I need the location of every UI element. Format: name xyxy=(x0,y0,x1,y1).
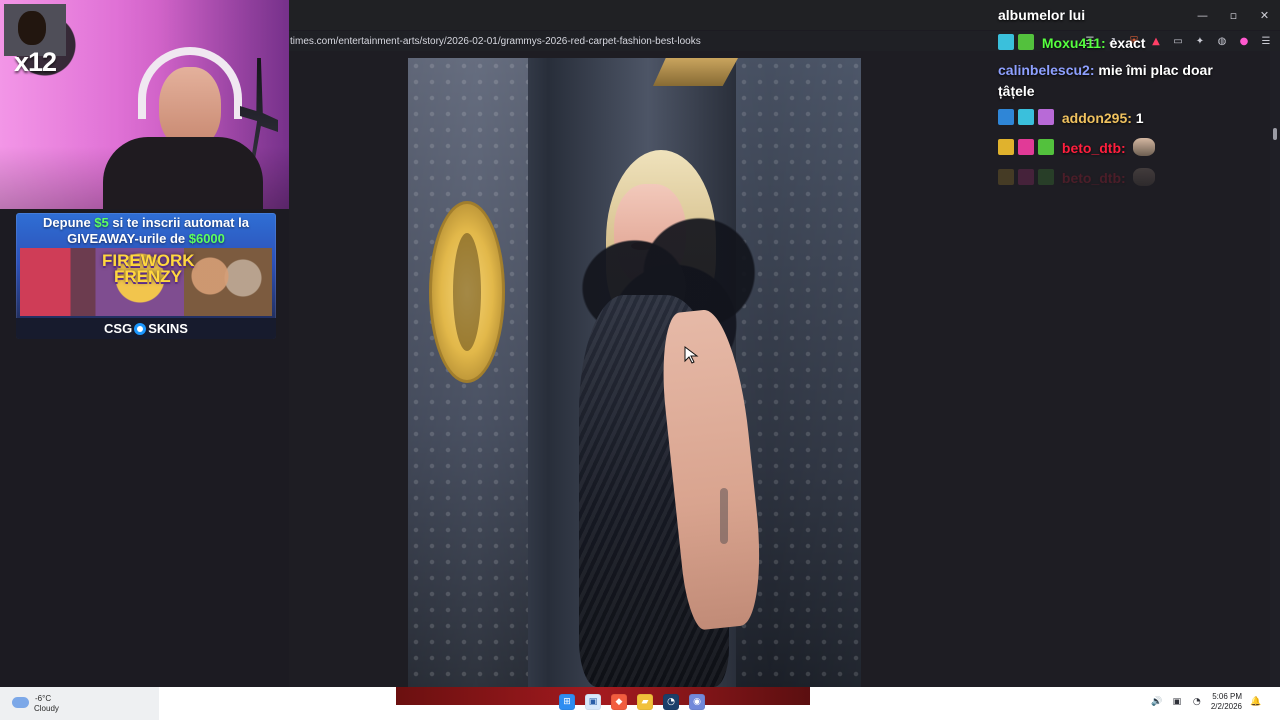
multiplier-badge: x12 xyxy=(14,47,57,77)
clock-date: 2/2/2026 xyxy=(1210,702,1242,711)
brave-icon[interactable]: ◆ xyxy=(611,694,627,710)
minimize-icon[interactable]: — xyxy=(1187,0,1218,30)
arm-tattoo xyxy=(720,488,728,544)
article-photo[interactable] xyxy=(408,58,861,687)
ad-secondline: GIVEAWAY-urile de $6000 xyxy=(16,231,276,246)
taskbar-clock[interactable]: 5:06 PM 2/2/2026 xyxy=(1211,692,1242,712)
window-controls: — ▫ ✕ xyxy=(1187,0,1280,30)
ad-secondline-amount: $6000 xyxy=(188,231,225,246)
ad-topline: Depune $5 si te inscrii automat la xyxy=(16,215,276,230)
ad-topline-prefix: Depune xyxy=(43,215,95,230)
address-url[interactable]: times.com/entertainment-arts/story/2026-… xyxy=(290,36,701,47)
share-icon[interactable]: ↗ xyxy=(1106,35,1118,47)
store-icon[interactable]: ▣ xyxy=(585,694,601,710)
webcam-overlay: x12 xyxy=(0,0,289,209)
cloud-icon xyxy=(12,697,29,708)
brave-shields-icon[interactable]: ⛨ xyxy=(1128,35,1140,47)
article-page xyxy=(289,51,1280,687)
weather-temperature: -6°C xyxy=(35,694,52,703)
ad-secondline-prefix: GIVEAWAY-urile de xyxy=(67,231,189,246)
notification-icon[interactable]: 🔔 xyxy=(1250,696,1262,708)
photo-gold-accent xyxy=(653,58,738,86)
extension-icon[interactable]: ✦ xyxy=(1194,35,1206,47)
ad-title: FIREWORK FRENZY xyxy=(102,251,195,286)
menu-icon[interactable]: ☰ xyxy=(1260,35,1272,47)
maximize-icon[interactable]: ▫ xyxy=(1218,0,1249,30)
steam-icon[interactable]: ◔ xyxy=(663,694,679,710)
screen: — ▫ ✕ times.com/entertainment-arts/story… xyxy=(0,0,1280,720)
windows-taskbar: -6°C Cloudy ⊞ ▣ ◆ ▰ ◔ ◉ 🔊 ▣ ◔ 5:06 PM 2/… xyxy=(0,687,1280,720)
clock-time: 5:06 PM xyxy=(1212,692,1242,701)
volume-icon[interactable]: ◔ xyxy=(1191,696,1203,708)
start-icon[interactable]: ⊞ xyxy=(559,694,575,710)
network-icon[interactable]: ▣ xyxy=(1171,696,1183,708)
ad-brand-left: CSG xyxy=(104,321,133,336)
ad-topline-suffix: si te inscrii automat la xyxy=(108,215,249,230)
close-icon[interactable]: ✕ xyxy=(1249,0,1280,30)
address-bar[interactable]: times.com/entertainment-arts/story/2026-… xyxy=(280,31,1280,51)
cbs-logo xyxy=(429,201,505,383)
taskbar-apps: ⊞ ▣ ◆ ▰ ◔ ◉ xyxy=(559,694,705,710)
weather-widget[interactable]: -6°C Cloudy xyxy=(0,687,159,720)
address-actions: ☰ ↗ ⛨ ▲ ▭ ✦ ◍ ● ☰ xyxy=(1084,31,1272,51)
ad-brand-right: SKINS xyxy=(148,321,188,336)
ad-topline-amount: $5 xyxy=(94,215,109,230)
weather-condition: Cloudy xyxy=(34,704,59,713)
wallet-icon[interactable]: ▭ xyxy=(1172,35,1184,47)
browser-topbar: — ▫ ✕ xyxy=(289,0,1280,30)
vpn-icon[interactable]: ◍ xyxy=(1216,35,1228,47)
ad-brand: CSG SKINS xyxy=(16,318,276,339)
mouse-cursor xyxy=(684,346,699,364)
folder-icon[interactable]: ▰ xyxy=(637,694,653,710)
profile-icon[interactable]: ● xyxy=(1238,35,1250,47)
speaker-icon[interactable]: 🔊 xyxy=(1151,696,1163,708)
system-tray: 🔊 ▣ ◔ 5:06 PM 2/2/2026 🔔 xyxy=(1151,692,1262,712)
reader-mode-icon[interactable]: ☰ xyxy=(1084,35,1096,47)
discord-icon[interactable]: ◉ xyxy=(689,694,705,710)
scrollbar-thumb[interactable] xyxy=(1273,128,1277,140)
sponsor-ad-banner[interactable]: Depune $5 si te inscrii automat la GIVEA… xyxy=(16,213,276,339)
streamer-shirt xyxy=(103,137,263,209)
portrait-subject xyxy=(552,150,786,687)
rewards-icon[interactable]: ▲ xyxy=(1150,35,1162,47)
ad-brand-icon xyxy=(134,322,147,335)
page-scrollbar[interactable] xyxy=(1270,51,1280,687)
